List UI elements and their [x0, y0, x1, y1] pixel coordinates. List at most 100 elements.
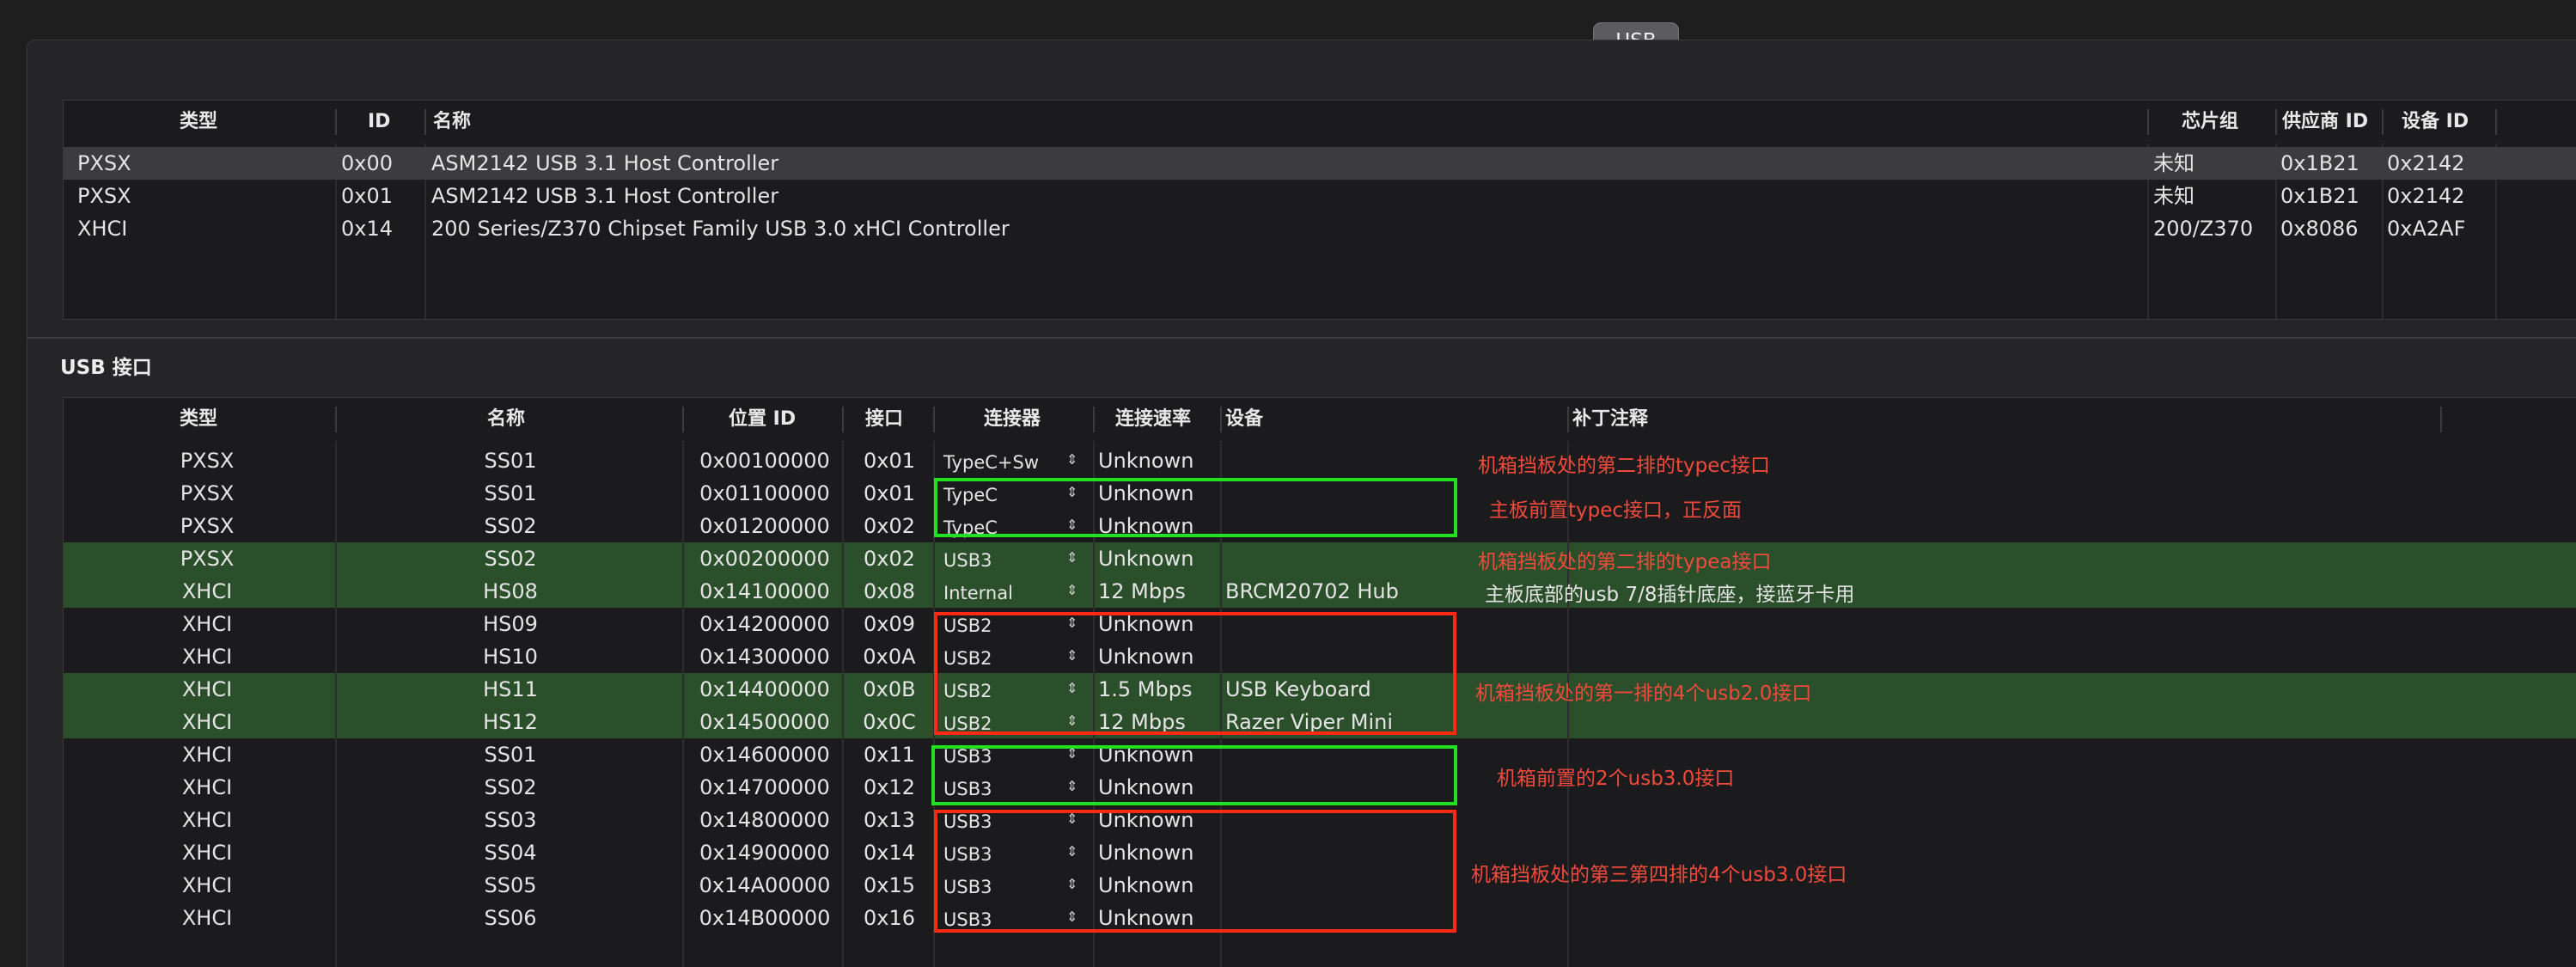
col-location-header[interactable]: 位置 ID [729, 398, 796, 441]
controller-device: 0x2142 [2387, 184, 2465, 208]
controller-name: ASM2142 USB 3.1 Host Controller [431, 151, 779, 175]
controller-name: 200 Series/Z370 Chipset Family USB 3.0 x… [431, 217, 1010, 241]
port-type: PXSX [180, 481, 235, 505]
connector-select-arrows-icon[interactable]: ⇕ [1066, 444, 1077, 477]
port-type: XHCI [181, 906, 233, 930]
col-type-header[interactable]: 类型 [180, 101, 217, 144]
port-number: 0x15 [863, 873, 915, 897]
port-name: SS02 [484, 514, 537, 538]
port-name: HS10 [483, 645, 538, 669]
controller-table: 类型 ID 名称 芯片组 供应商 ID 设备 ID PXSX 0x00 ASM2… [63, 100, 2576, 320]
controller-vendor: 0x8086 [2280, 217, 2359, 241]
controller-vendor: 0x1B21 [2280, 184, 2359, 208]
usb-ports-title: USB 接口 [60, 357, 152, 379]
port-name: SS05 [484, 873, 537, 897]
controller-type: XHCI [77, 217, 128, 241]
port-number: 0x02 [863, 547, 915, 571]
col-chipset-header[interactable]: 芯片组 [2182, 101, 2238, 144]
controller-name: ASM2142 USB 3.1 Host Controller [431, 184, 779, 208]
highlight-box-typec [934, 478, 1457, 537]
port-type: XHCI [181, 710, 233, 734]
port-location: 0x14A00000 [699, 873, 831, 897]
col-connector-header[interactable]: 连接器 [984, 398, 1041, 441]
col-id-header[interactable]: ID [368, 101, 390, 144]
port-name: SS01 [484, 481, 537, 505]
port-number: 0x14 [863, 841, 915, 865]
col-name-header[interactable]: 名称 [433, 101, 471, 144]
highlight-box-usb2 [934, 612, 1456, 735]
port-number: 0x0A [863, 645, 916, 669]
ports-table-header: 类型 名称 位置 ID 接口 连接器 连接速率 设备 补丁注释 [64, 398, 2576, 441]
port-type: XHCI [181, 677, 233, 701]
col-device-header[interactable]: 设备 [1225, 398, 1263, 441]
controller-chipset: 未知 [2153, 184, 2194, 208]
annotation-note: 主板前置typec接口，正反面 [1489, 499, 1743, 522]
port-location: 0x14700000 [699, 775, 830, 799]
port-name: HS11 [483, 677, 538, 701]
port-name: HS09 [483, 612, 538, 636]
col-vendor-header[interactable]: 供应商 ID [2282, 101, 2368, 144]
connector-select-arrows-icon[interactable]: ⇕ [1066, 542, 1077, 575]
connector-select[interactable]: Internal [943, 577, 1013, 609]
col-device-header[interactable]: 设备 ID [2402, 101, 2469, 144]
port-location: 0x14B00000 [699, 906, 831, 930]
annotation-note: 机箱挡板处的第二排的typea接口 [1478, 551, 1772, 573]
port-type: PXSX [180, 449, 235, 473]
port-number: 0x09 [863, 612, 915, 636]
port-row[interactable]: XHCI HS08 0x14100000 0x08 12 Mbps BRCM20702 H… [64, 575, 2576, 608]
controller-id: 0x01 [341, 184, 394, 208]
port-number: 0x11 [863, 743, 915, 767]
port-location: 0x00200000 [699, 547, 830, 571]
port-number: 0x02 [863, 514, 915, 538]
port-row[interactable]: PXSX SS01 0x00100000 0x01 Unknown TypeC+Sw ⇕ [64, 444, 2576, 477]
controller-row[interactable]: PXSX 0x00 ASM2142 USB 3.1 Host Controlle… [64, 147, 2576, 180]
controller-type: PXSX [77, 151, 131, 175]
connector-select[interactable]: USB3 [943, 544, 992, 577]
port-type: XHCI [181, 873, 233, 897]
connector-select[interactable]: TypeC+Sw [943, 446, 1039, 479]
col-type-header[interactable]: 类型 [180, 398, 217, 441]
port-name: SS04 [484, 841, 537, 865]
section-divider [27, 337, 2576, 339]
controller-type: PXSX [77, 184, 131, 208]
annotation-note: 机箱挡板处的第一排的4个usb2.0接口 [1475, 682, 1812, 705]
controller-id: 0x14 [341, 217, 394, 241]
port-name: SS02 [484, 775, 537, 799]
controller-id: 0x00 [341, 151, 394, 175]
highlight-box-rear-usb3 [934, 810, 1456, 933]
controller-device: 0xA2AF [2387, 217, 2466, 241]
port-location: 0x14100000 [699, 579, 830, 603]
port-type: XHCI [181, 808, 233, 832]
col-port-header[interactable]: 接口 [865, 398, 903, 441]
port-location: 0x01100000 [699, 481, 830, 505]
port-speed: 12 Mbps [1098, 579, 1186, 603]
controller-device: 0x2142 [2387, 151, 2465, 175]
controller-chipset: 未知 [2153, 151, 2194, 175]
annotation-note: 主板底部的usb 7/8插针底座，接蓝牙卡用 [1485, 584, 1855, 606]
port-location: 0x00100000 [699, 449, 830, 473]
controller-chipset: 200/Z370 [2153, 217, 2254, 241]
port-number: 0x12 [863, 775, 915, 799]
controller-row[interactable]: XHCI 0x14 200 Series/Z370 Chipset Family… [64, 212, 2576, 245]
port-location: 0x14200000 [699, 612, 830, 636]
highlight-box-front-usb3 [931, 745, 1457, 805]
port-location: 0x14300000 [699, 645, 830, 669]
port-row[interactable]: PXSX SS02 0x00200000 0x02 Unknown USB3 ⇕ [64, 542, 2576, 575]
annotation-note: 机箱挡板处的第三第四排的4个usb3.0接口 [1471, 864, 1847, 886]
port-type: PXSX [180, 547, 235, 571]
controller-row[interactable]: PXSX 0x01 ASM2142 USB 3.1 Host Controlle… [64, 180, 2576, 212]
connector-select-arrows-icon[interactable]: ⇕ [1066, 575, 1077, 608]
port-name: SS03 [484, 808, 537, 832]
port-location: 0x14900000 [699, 841, 830, 865]
port-type: XHCI [181, 645, 233, 669]
col-comment-header[interactable]: 补丁注释 [1572, 398, 1648, 441]
port-name: SS01 [484, 449, 537, 473]
port-number: 0x01 [863, 449, 915, 473]
port-name: SS02 [484, 547, 537, 571]
port-location: 0x14800000 [699, 808, 830, 832]
port-type: XHCI [181, 612, 233, 636]
port-location: 0x14500000 [699, 710, 830, 734]
port-name: HS08 [483, 579, 538, 603]
col-speed-header[interactable]: 连接速率 [1115, 398, 1191, 441]
col-name-header[interactable]: 名称 [487, 398, 525, 441]
